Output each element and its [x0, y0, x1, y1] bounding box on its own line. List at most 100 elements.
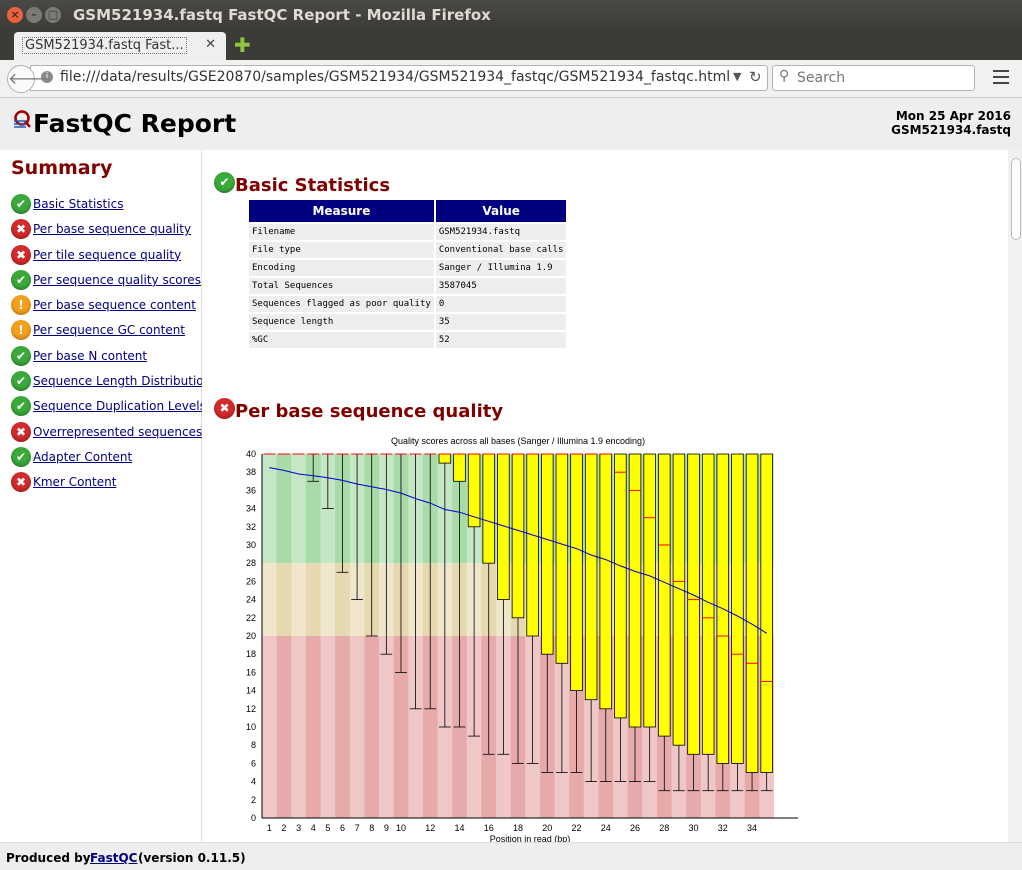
x-tick-label: 1	[267, 823, 272, 833]
summary-link[interactable]: Per sequence quality scores	[33, 273, 201, 287]
report-filename: GSM521934.fastq	[891, 123, 1011, 137]
summary-link[interactable]: Per base sequence content	[33, 298, 196, 312]
quartile-box	[687, 453, 700, 755]
scrollbar-thumb[interactable]	[1011, 158, 1021, 240]
summary-link[interactable]: Sequence Duplication Levels	[33, 399, 206, 413]
quartile-box	[584, 453, 598, 701]
window-maximize-button[interactable]: □	[45, 7, 61, 23]
new-tab-icon[interactable]: ✚	[234, 35, 251, 55]
summary-link[interactable]: Per sequence GC content	[33, 323, 185, 337]
vertical-scrollbar[interactable]	[1008, 150, 1022, 842]
section-title: Basic Statistics	[235, 175, 391, 196]
quartile-box	[614, 453, 627, 719]
url-dropdown-icon[interactable]: ▼	[733, 70, 741, 83]
summary-sidebar: Summary ✔ Basic Statistics ✖ Per base seque…	[0, 150, 211, 842]
summary-link[interactable]: Adapter Content	[33, 450, 132, 464]
table-row: Sequence length 35	[249, 314, 567, 330]
measure-cell: Total Sequences	[249, 278, 434, 294]
pass-icon: ✔	[11, 446, 31, 467]
summary-title: Summary	[11, 157, 113, 179]
url-bar[interactable]: i file:///data/results/GSE20870/samples/…	[30, 65, 768, 91]
value-cell: Sanger / Illumina 1.9	[435, 260, 567, 276]
x-tick-label: 30	[689, 823, 699, 833]
measure-cell: %GC	[249, 332, 434, 348]
fail-icon: ✖	[11, 219, 31, 240]
reload-icon[interactable]: ↻	[749, 68, 762, 86]
summary-link[interactable]: Sequence Length Distribution	[33, 374, 211, 388]
table-row: %GC 52	[249, 332, 567, 348]
y-tick-label: 22	[246, 613, 256, 623]
quartile-box	[453, 453, 466, 482]
footer-version: (version 0.11.5)	[138, 851, 246, 865]
x-tick-label: 16	[484, 823, 494, 833]
measure-cell: Sequence length	[249, 314, 434, 330]
page-content: FastQC Report Mon 25 Apr 2016 GSM521934.…	[0, 98, 1022, 870]
per-base-quality-chart: 02468101214161820222426283032343638401 2 3…	[246, 436, 798, 842]
fail-icon: ✖	[11, 472, 31, 493]
quartile-box	[658, 453, 671, 737]
column-header-value: Value	[435, 200, 567, 222]
quartile-box	[570, 453, 583, 692]
quartile-box	[599, 453, 613, 710]
window-close-button[interactable]: ×	[7, 7, 23, 23]
measure-cell: Encoding	[249, 260, 434, 276]
value-cell: 52	[435, 332, 567, 348]
y-tick-label: 16	[246, 667, 256, 677]
y-tick-label: 0	[251, 813, 256, 823]
x-tick-label: 4	[311, 823, 316, 833]
url-text[interactable]: file:///data/results/GSE20870/samples/GS…	[60, 69, 730, 85]
quartile-box	[745, 453, 759, 773]
window-minimize-button[interactable]: –	[26, 7, 42, 23]
value-cell: Conventional base calls	[435, 242, 567, 258]
x-tick-label: 2	[281, 823, 286, 833]
search-input[interactable]	[795, 67, 969, 89]
table-row: Sequences flagged as poor quality 0	[249, 296, 567, 312]
tab-strip: GSM521934.fastq Fast... ✕ ✚	[0, 30, 1022, 60]
summary-link[interactable]: Kmer Content	[33, 475, 116, 489]
x-tick-label: 14	[454, 823, 464, 833]
table-row: File type Conventional base calls	[249, 242, 567, 258]
report-title: FastQC Report	[33, 109, 237, 138]
y-tick-label: 30	[246, 540, 256, 550]
x-tick-label: 12	[425, 823, 435, 833]
summary-link[interactable]: Per tile sequence quality	[33, 248, 181, 262]
fail-icon: ✖	[11, 244, 31, 265]
hamburger-menu-icon[interactable]	[993, 70, 1009, 88]
summary-link[interactable]: Overrepresented sequences	[33, 425, 202, 439]
quartile-box	[760, 453, 773, 773]
pass-icon: ✔	[11, 345, 31, 366]
measure-cell: Sequences flagged as poor quality	[249, 296, 434, 312]
y-tick-label: 10	[246, 722, 256, 732]
report-main: ✔ Basic Statistics Measure Value Filenam…	[202, 150, 1008, 842]
column-stripe	[262, 454, 277, 818]
x-tick-label: 7	[355, 823, 360, 833]
warn-icon: !	[11, 320, 31, 341]
summary-link[interactable]: Per base sequence quality	[33, 222, 191, 236]
tab-label: GSM521934.fastq Fast...	[22, 37, 187, 54]
x-tick-label: 26	[630, 823, 640, 833]
fastqc-link[interactable]: FastQC	[90, 851, 137, 865]
y-tick-label: 40	[246, 449, 256, 459]
back-button[interactable]: 🡐	[7, 65, 51, 93]
x-tick-label: 28	[659, 823, 669, 833]
footer-prefix: Produced by	[6, 851, 91, 865]
chart-title: Quality scores across all bases (Sanger …	[391, 436, 645, 446]
fail-icon: ✖	[214, 398, 235, 419]
report-footer: Produced by FastQC (version 0.11.5)	[0, 842, 1022, 870]
summary-link[interactable]: Basic Statistics	[33, 197, 123, 211]
tab-close-icon[interactable]: ✕	[205, 37, 216, 52]
y-tick-label: 32	[246, 522, 256, 532]
quartile-box	[438, 453, 452, 464]
y-tick-label: 20	[246, 631, 256, 641]
report-meta: Mon 25 Apr 2016 GSM521934.fastq	[891, 109, 1011, 137]
x-tick-label: 34	[747, 823, 757, 833]
x-tick-label: 18	[513, 823, 523, 833]
pass-icon: ✔	[11, 194, 31, 214]
search-bar[interactable]: ⚲	[772, 65, 975, 91]
browser-tab[interactable]: GSM521934.fastq Fast... ✕	[14, 32, 226, 60]
summary-link[interactable]: Per base N content	[33, 349, 147, 363]
x-tick-label: 24	[601, 823, 611, 833]
x-tick-label: 6	[340, 823, 345, 833]
quartile-box	[526, 453, 539, 637]
y-tick-label: 34	[246, 504, 256, 514]
